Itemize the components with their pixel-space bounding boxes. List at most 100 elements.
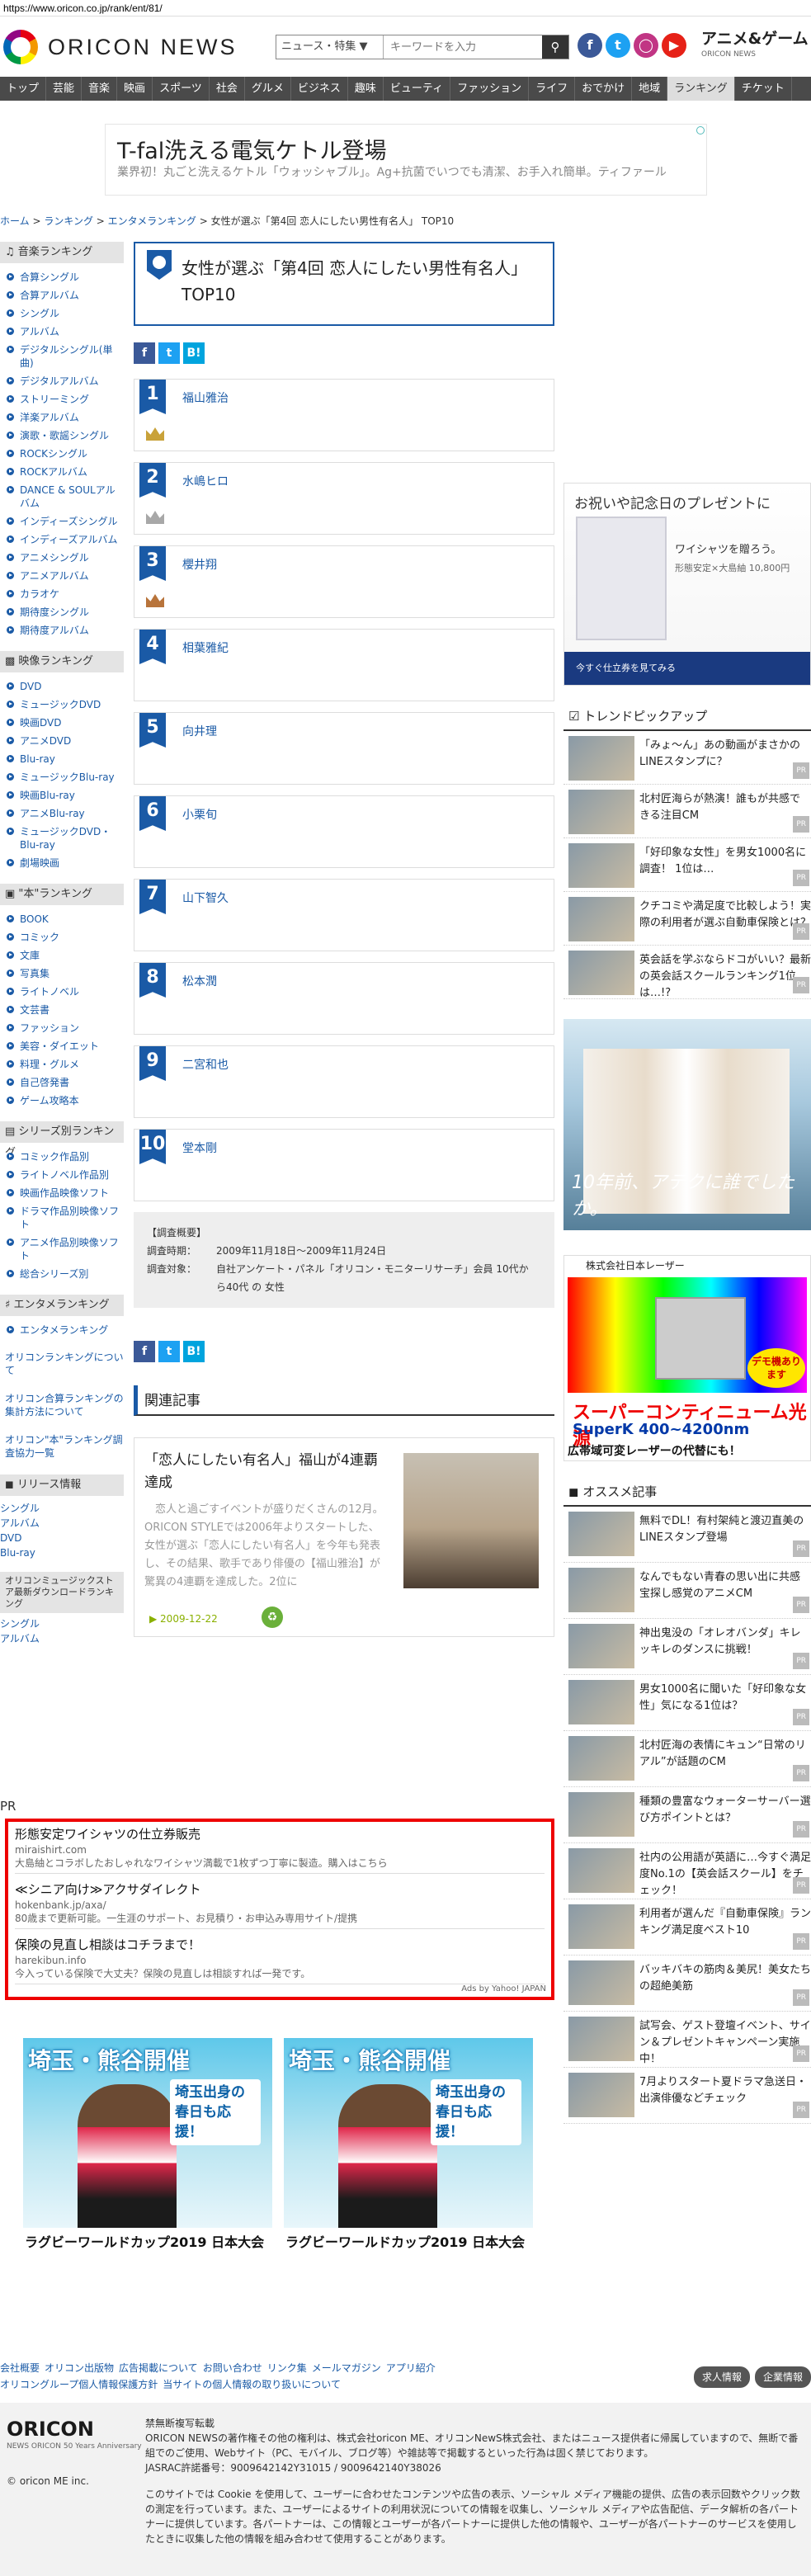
sidebar-link[interactable]: シングル [0, 1501, 124, 1516]
rank-name-link[interactable]: 向井理 [182, 723, 217, 739]
topic-title[interactable]: 男女1000名に聞いた「好印象な女性」気になる1位は？ [639, 1683, 806, 1712]
sidebar-ranking-link[interactable]: 期待度アルバム [0, 621, 124, 639]
footer-link[interactable]: リンク集 [267, 2360, 307, 2376]
top-ad-banner[interactable]: T-fal洗える電気ケトル登場 業界初！丸ごと洗えるケトル「ウォッシャブル」。A… [105, 124, 707, 196]
company-button[interactable]: 企業情報 [754, 2366, 811, 2388]
pr-ad-credit[interactable]: Ads by Yahoo! JAPAN [461, 1984, 546, 1993]
twitter-icon[interactable]: t [606, 33, 630, 58]
topic-item[interactable]: 男女1000名に聞いた「好印象な女性」気になる1位は？ PR [563, 1675, 811, 1731]
sidebar-ranking-link[interactable]: 映画作品映像ソフト [0, 1184, 124, 1202]
rank-name-link[interactable]: 松本潤 [182, 973, 217, 989]
nav-item[interactable]: 社会 [210, 77, 245, 101]
sidebar-ranking-link[interactable]: DANCE & SOULアルバム [0, 481, 124, 512]
rank-name-link[interactable]: 相葉雅紀 [182, 639, 229, 656]
sidebar-ranking-link[interactable]: デジタルシングル(単曲) [0, 341, 124, 372]
breadcrumb-ranking[interactable]: ランキング [44, 215, 93, 227]
related-article-photo[interactable] [403, 1453, 539, 1588]
pr-ad-item[interactable]: 形態安定ワイシャツの仕立券販売 miraishirt.com 大島紬とコラボしたおし… [8, 1822, 551, 1877]
rank-name-link[interactable]: 水嶋ヒロ [182, 473, 229, 489]
share-facebook-button[interactable]: f [134, 1341, 155, 1362]
sidebar-ranking-link[interactable]: コミック [0, 928, 124, 946]
topic-item[interactable]: 7月よりスタート夏ドラマ急送日・出演俳優などチェック PR [563, 2068, 811, 2124]
topic-title[interactable]: 神出鬼没の「オレオバンダ」キレッキレのダンスに挑戦！ [639, 1627, 801, 1656]
topic-title[interactable]: 北村匠海の表情にキュン“日常のリアル”が話題のCM [639, 1739, 806, 1768]
nav-item[interactable]: ビューティ [384, 77, 451, 101]
topic-title[interactable]: 種類の豊富なウォーターサーバー選び方ポイントとは？ [639, 1795, 811, 1824]
sidebar-ranking-link[interactable]: ROCKシングル [0, 445, 124, 463]
nav-item[interactable]: チケット [735, 77, 792, 101]
sidebar-ranking-link[interactable]: アニメシングル [0, 549, 124, 567]
anime-game-logo[interactable]: アニメ&ゲーム ORICON NEWS [701, 28, 811, 61]
footer-link[interactable]: アプリ紹介 [386, 2360, 436, 2376]
sidebar-link[interactable]: Blu-ray [0, 1545, 124, 1560]
topic-item[interactable]: 北村匠海らが熱演！誰もが共感できる注目CM PR [563, 785, 811, 838]
youtube-icon[interactable]: ▶ [662, 33, 686, 58]
sidebar-ranking-link[interactable]: インディーズアルバム [0, 531, 124, 549]
rank-name-link[interactable]: 山下智久 [182, 889, 229, 906]
sidebar-ranking-link[interactable]: 期待度シングル [0, 603, 124, 621]
sidebar-ranking-link[interactable]: 映画DVD [0, 714, 124, 732]
topic-item[interactable]: 種類の豊富なウォーターサーバー選び方ポイントとは？ PR [563, 1787, 811, 1843]
topic-title[interactable]: 「好印象な女性」を男女1000名に調査！ 1位は… [639, 847, 806, 875]
rugby-banner[interactable]: 埼玉・熊谷開催 埼玉出身の春日も応援！ [23, 2038, 272, 2228]
sidebar-ranking-link[interactable]: アルバム [0, 323, 124, 341]
rugby-banner-caption[interactable]: ラグビーワールドカップ2019 日本大会 [285, 2231, 525, 2251]
sidebar-ranking-link[interactable]: 料理・グルメ [0, 1055, 124, 1073]
adchoices-icon[interactable] [696, 126, 705, 134]
sidebar-ranking-link[interactable]: デジタルアルバム [0, 372, 124, 390]
sidebar-ranking-link[interactable]: DVD [0, 677, 124, 696]
pr-ad-item[interactable]: ≪シニア向け≫アクサダイレクト hokenbank.jp/axa/80歳まで更新可… [8, 1877, 551, 1932]
topic-title[interactable]: 「みょ〜ん」あの動画がまさかのLINEスタンプに？ [639, 739, 800, 768]
topic-title[interactable]: 7月よりスタート夏ドラマ急送日・出演俳優などチェック [639, 2076, 807, 2105]
pr-ad-item[interactable]: 保険の見直し相談はコチラまで！ harekibun.info 今入っている保険で大丈… [8, 1932, 551, 1988]
footer-link[interactable]: オリコン出版物 [45, 2360, 114, 2376]
sidebar-ranking-link[interactable]: 合算アルバム [0, 286, 124, 304]
rugby-banner[interactable]: 埼玉・熊谷開催 埼玉出身の春日も応援！ [284, 2038, 533, 2228]
jobs-button[interactable]: 求人情報 [693, 2366, 750, 2388]
footer-link[interactable]: オリコングループ個人情報保護方針 [0, 2376, 158, 2393]
sidebar-ranking-link[interactable]: 映画Blu-ray [0, 786, 124, 804]
topic-item[interactable]: 「みょ〜ん」あの動画がまさかのLINEスタンプに？ PR [563, 731, 811, 785]
nav-item[interactable]: ビジネス [291, 77, 348, 101]
pr-ad-title[interactable]: 保険の見直し相談はコチラまで！ [15, 1936, 545, 1954]
rank-name-link[interactable]: 二宮和也 [182, 1056, 229, 1073]
photo-ad[interactable]: 10年前、アテクに誰でしたか。 [563, 1019, 811, 1230]
sidebar-ranking-link[interactable]: ライトノベル [0, 983, 124, 1001]
sidebar-ranking-link[interactable]: 写真集 [0, 965, 124, 983]
sidebar-ranking-link[interactable]: カラオケ [0, 585, 124, 603]
topic-title[interactable]: クチコミや満足度で比較しよう！実際の利用者が選ぶ自動車保険とは？ [639, 900, 811, 929]
sidebar-link[interactable]: シングル [0, 1616, 124, 1631]
footer-link[interactable]: お問い合わせ [203, 2360, 262, 2376]
sidebar-ranking-link[interactable]: ROCKアルバム [0, 463, 124, 481]
topic-item[interactable]: 北村匠海の表情にキュン“日常のリアル”が話題のCM PR [563, 1731, 811, 1787]
laser-ad[interactable]: 株式会社日本レーザー デモ機あります スーパーコンティニューム光源 SuperK… [563, 1255, 811, 1461]
footer-link[interactable]: メールマガジン [312, 2360, 381, 2376]
nav-item[interactable]: 芸能 [46, 77, 83, 101]
sidebar-ranking-link[interactable]: ストリーミング [0, 390, 124, 408]
recycle-icon[interactable]: ♻ [262, 1606, 283, 1628]
nav-item[interactable]: トップ [0, 77, 47, 101]
nav-item[interactable]: ランキング [667, 77, 735, 101]
sidebar-ranking-link[interactable]: アニメ作品別映像ソフト [0, 1234, 124, 1265]
sidebar-link[interactable]: アルバム [0, 1631, 124, 1646]
related-article-title[interactable]: 「恋人にしたい有名人」福山が4連覇達成 [144, 1450, 384, 1494]
sidebar-ranking-link[interactable]: 文庫 [0, 946, 124, 965]
topic-title[interactable]: 無料でDL！有村架純と渡辺直美のLINEスタンプ登場 [639, 1515, 804, 1544]
topic-title[interactable]: なんでもない青春の思い出に共感 宝探し感覚のアニメCM [639, 1571, 800, 1600]
nav-item[interactable]: 映画 [117, 77, 153, 101]
share-twitter-button[interactable]: t [158, 1341, 180, 1362]
shirt-ad[interactable]: お祝いや記念日のプレゼントに ワイシャツを贈ろう。 形態安定×大島紬 10,800… [563, 483, 811, 686]
topic-title[interactable]: 社内の公用語が英語に…今すぐ満足度No.1の【英会話スクール】をチェック！ [639, 1852, 811, 1897]
search-input[interactable] [385, 35, 542, 59]
sidebar-ranking-link[interactable]: ライトノベル作品別 [0, 1166, 124, 1184]
sidebar-ranking-link[interactable]: ドラマ作品別映像ソフト [0, 1202, 124, 1234]
nav-item[interactable]: おでかけ [575, 77, 633, 101]
nav-item[interactable]: 地域 [632, 77, 668, 101]
pr-ad-title[interactable]: 形態安定ワイシャツの仕立券販売 [15, 1825, 545, 1843]
topic-item[interactable]: なんでもない青春の思い出に共感 宝探し感覚のアニメCM PR [563, 1563, 811, 1619]
rank-name-link[interactable]: 福山雅治 [182, 389, 229, 406]
sidebar-ranking-link[interactable]: 劇場映画 [0, 854, 124, 872]
related-article-card[interactable]: 「恋人にしたい有名人」福山が4連覇達成 恋人と過ごすイベントが盛りだくさんの12… [134, 1437, 554, 1637]
share-facebook-button[interactable]: f [134, 342, 155, 364]
nav-item[interactable]: ライフ [529, 77, 576, 101]
